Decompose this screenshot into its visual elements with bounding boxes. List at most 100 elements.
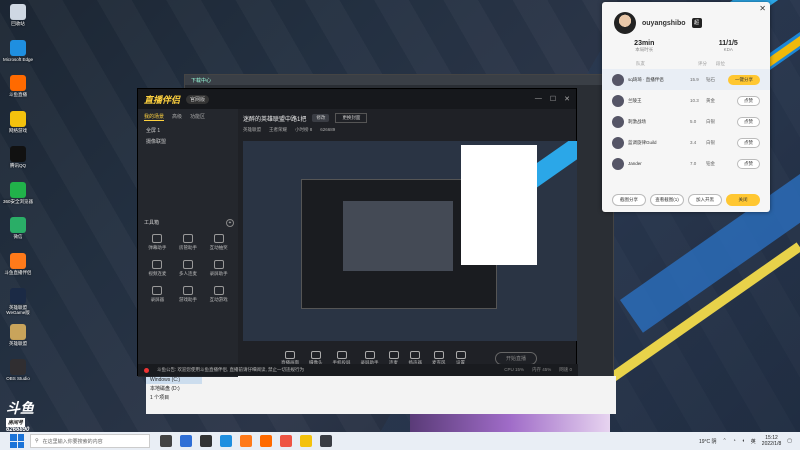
taskbar-search[interactable]: ⚲ 在这里输入你要搜索的内容 [30, 434, 150, 448]
tool-item[interactable]: 多人连麦 [173, 260, 204, 277]
minimize-icon[interactable]: — [535, 95, 542, 103]
player-action-button[interactable]: 点赞 [737, 95, 760, 106]
player-action-button[interactable]: 一键分享 [728, 74, 760, 85]
clock[interactable]: 15:12 2022/1/8 [762, 435, 781, 447]
add-tool-icon[interactable]: + [226, 219, 234, 227]
share-screenshot-button[interactable]: 截图分享 [612, 194, 646, 206]
close-icon[interactable]: ✕ [759, 4, 766, 13]
start-live-button[interactable]: 开始直播 [494, 351, 537, 365]
desktop-icon[interactable]: OBS Studio [2, 359, 34, 381]
tool-item[interactable]: 房管助手 [173, 234, 204, 251]
toolbox-title: 工具箱 [144, 220, 160, 226]
input-language[interactable]: 英 [751, 438, 756, 445]
windows-start-icon[interactable] [10, 434, 24, 448]
tab-scenes[interactable]: 我的场景 [144, 113, 165, 121]
edit-title-button[interactable]: 修改 [312, 114, 330, 122]
file-explorer-icon[interactable] [180, 435, 192, 447]
desktop-icon[interactable]: 斗鱼直播 [2, 75, 34, 97]
player-name: Jander [628, 161, 642, 166]
popup-header: ouyangshibo 超 [602, 2, 770, 38]
tool-icon [213, 260, 224, 269]
desktop-icon[interactable]: 腾讯QQ [2, 146, 34, 168]
desktop-icon[interactable]: 微信 [2, 217, 34, 239]
douyu-overlay: 斗鱼 房间号 6266890 [6, 398, 58, 433]
popup-footer: 截图分享 查看截图(1) 加入开黑 关闭 [612, 194, 760, 206]
file-explorer-panel[interactable]: Windows (C:) 本地磁盘 (D:) 1 个项目 [146, 376, 616, 414]
network-icon[interactable]: ◔ [733, 438, 736, 444]
task-view-icon[interactable] [160, 435, 172, 447]
close-icon[interactable]: ✕ [564, 95, 570, 103]
stream-preview[interactable] [243, 141, 577, 341]
desktop-icon[interactable]: 英雄联盟 WeGame版 [2, 288, 34, 315]
app-icon [10, 181, 26, 198]
scene-item[interactable]: 全屏 1 [138, 125, 238, 136]
close-button[interactable]: 关闭 [726, 194, 760, 206]
desktop-icon-label: Microsoft Edge [2, 56, 33, 62]
tool-item[interactable]: 录屏助手 [203, 260, 234, 277]
desktop-icon-label: 斗鱼直播伴侣 [4, 269, 32, 275]
player-rank: 白银 [706, 139, 715, 145]
room-label: 房间号 [6, 418, 26, 427]
douyu-icon[interactable] [240, 435, 252, 447]
app-icon[interactable] [300, 435, 312, 447]
tool-item[interactable]: 互动游戏 [203, 286, 234, 303]
notification-icon[interactable]: ▢ [787, 438, 792, 444]
desktop-icon-label: OBS Studio [6, 376, 30, 381]
app-icon[interactable] [280, 435, 292, 447]
tool-item[interactable]: 录屏器 [142, 286, 173, 303]
search-placeholder: 在这里输入你要搜索的内容 [42, 438, 103, 445]
notice-text[interactable]: 斗鱼公告: 欢迎您使用斗鱼直播伴侣, 直播前请仔细阅读, 禁止一切违规行为 [157, 367, 304, 373]
tab-advanced[interactable]: 高级 [172, 113, 182, 121]
overlay-logo: 斗鱼 [6, 400, 34, 416]
player-name: sq琦琦 · 直播伴侣 [628, 76, 664, 82]
app-icon[interactable] [320, 435, 332, 447]
desktop-icon-label: 微信 [13, 234, 23, 239]
streaming-app-window[interactable]: 直播伴侣 官网版 — ☐ ✕ 我的场景 高级 功能区 全屏 1 摄像联盟 工具箱… [137, 88, 578, 377]
tool-item[interactable]: 弹幕助手 [142, 234, 173, 251]
player-action-button[interactable]: 点赞 [737, 116, 760, 127]
edge-icon[interactable] [220, 435, 232, 447]
stat-value: 11/1/5 [718, 40, 738, 47]
tab-functions[interactable]: 功能区 [190, 113, 205, 121]
desktop-icon[interactable]: 回收站 [2, 4, 34, 26]
join-party-button[interactable]: 加入开黑 [688, 194, 722, 206]
player-action-button[interactable]: 点赞 [737, 158, 760, 169]
player-rank: 黄金 [706, 97, 715, 103]
main-area: 迷醉的英雄联盟中路1把 修改 更换封面 英雄联盟 王者荣耀 小时榜 8 6266… [241, 109, 577, 377]
app-logo: 直播伴侣 [144, 94, 181, 105]
scene-item[interactable]: 摄像联盟 [138, 136, 238, 147]
stat-kda: 11/1/5 KDA [719, 40, 738, 53]
view-screenshot-button[interactable]: 查看截图(1) [650, 194, 684, 206]
drive-item[interactable]: Windows (C:) [146, 376, 202, 384]
maximize-icon[interactable]: ☐ [550, 95, 556, 103]
change-cover-button[interactable]: 更换封面 [335, 113, 368, 123]
tool-item[interactable]: 游戏助手 [173, 286, 204, 303]
desktop-icon-label: 360安全浏览器 [2, 198, 33, 204]
game-app-icon[interactable] [200, 435, 212, 447]
room-meta-item: 英雄联盟 [243, 127, 261, 132]
drive-item[interactable]: 本地磁盘 (D:) [146, 384, 616, 393]
tool-label: 视频连麦 [148, 271, 167, 276]
tool-item[interactable]: 视频连麦 [142, 260, 173, 277]
room-title: 迷醉的英雄联盟中路1把 [243, 116, 307, 123]
bottom-tool-icon [285, 350, 295, 359]
app-icon [10, 39, 26, 56]
volume-icon[interactable]: ◖ [742, 438, 745, 444]
version-badge[interactable]: 官网版 [186, 94, 210, 104]
weather[interactable]: 19°C 阴 [699, 438, 717, 445]
desktop-icon[interactable]: Microsoft Edge [2, 39, 34, 62]
tool-label: 互动游戏 [209, 297, 228, 302]
tool-item[interactable]: 互动抽奖 [203, 234, 234, 251]
notice-bar: 斗鱼公告: 欢迎您使用斗鱼直播伴侣, 直播前请仔细阅读, 禁止一切违规行为 CP… [138, 364, 578, 376]
desktop-icon[interactable]: 360安全浏览器 [2, 181, 34, 204]
tool-icon [182, 234, 193, 243]
desktop-icon[interactable]: 网络游戏 [2, 110, 34, 133]
douyu-live-icon[interactable] [260, 435, 272, 447]
desktop-icon[interactable]: 英雄联盟 [2, 323, 34, 346]
desktop-icon-label: 英雄联盟 WeGame版 [6, 305, 30, 315]
desktop-icon[interactable]: 斗鱼直播伴侣 [2, 252, 34, 275]
player-list: sq琦琦 · 直播伴侣 15.9 钻石 一键分享 兰陵王 10.3 黄金 点赞 刺激战场 5.0 白… [602, 69, 770, 174]
rank-badge: 超 [691, 18, 702, 28]
player-action-button[interactable]: 点赞 [737, 137, 760, 148]
chevron-up-icon[interactable]: ⌃ [723, 438, 727, 444]
